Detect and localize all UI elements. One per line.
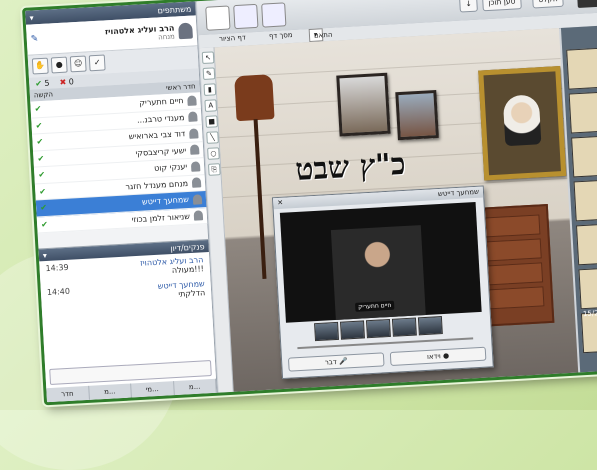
chat-collapse-icon[interactable]: ▾ bbox=[43, 251, 48, 260]
video-thumb[interactable] bbox=[340, 320, 365, 340]
status-icon[interactable]: ☺ bbox=[69, 55, 87, 73]
page-label-2: מסך דף bbox=[268, 30, 293, 41]
video-thumb[interactable] bbox=[365, 318, 391, 339]
check-icon[interactable]: ✓ bbox=[88, 54, 106, 72]
slide-thumb[interactable] bbox=[566, 47, 597, 90]
chat-title: פנקים/דיון bbox=[170, 241, 205, 253]
bottom-tab[interactable]: מ... bbox=[88, 383, 132, 400]
participant-avatar-icon bbox=[188, 128, 199, 139]
bottom-tab[interactable]: מי... bbox=[131, 381, 175, 398]
participant-avatar-icon bbox=[192, 194, 203, 205]
slide-thumb[interactable] bbox=[578, 267, 597, 310]
bb-logo: Bb bbox=[576, 0, 597, 8]
slide-thumb[interactable] bbox=[576, 223, 597, 266]
present-icon: ✔ bbox=[34, 78, 43, 88]
marker-tool-icon[interactable]: ▮ bbox=[203, 83, 217, 96]
house-picture-frame bbox=[395, 90, 439, 141]
video-popup[interactable]: שמחעך דייטש ✕ חיים חתעריק דבר 🎤 וידאו ● bbox=[271, 185, 494, 380]
chat-messages: 14:39 הרב ועליג אלטהויז !!!מעולה 14:40 שמחעך… bbox=[39, 252, 211, 309]
participants-title: משתתפים bbox=[157, 4, 192, 15]
whiteboard-mode-icon[interactable] bbox=[205, 5, 231, 31]
present-count: 5 bbox=[44, 78, 50, 88]
participant-list: ✔ חיים חתעריק ✔ מענדי טרבנ... ✔ דוד צבי בארוא… bbox=[30, 92, 208, 234]
video-thumb[interactable] bbox=[314, 321, 340, 342]
video-title: שמחעך דייטש bbox=[437, 187, 480, 199]
pen-tool-icon[interactable]: ✎ bbox=[202, 67, 216, 80]
page-label: דף הציור bbox=[218, 33, 246, 44]
load-content-button[interactable]: טען תוכן bbox=[482, 0, 522, 12]
hand-icon[interactable]: ✋ bbox=[31, 57, 49, 75]
bottom-tab[interactable]: חדר bbox=[46, 385, 90, 403]
ellipse-tool-icon[interactable]: ○ bbox=[207, 147, 220, 160]
collapse-icon[interactable]: ▾ bbox=[29, 13, 34, 22]
line-tool-icon[interactable]: ╲ bbox=[206, 131, 219, 144]
participant-avatar-icon bbox=[188, 111, 198, 123]
participant-avatar-icon bbox=[193, 210, 204, 221]
chat-time: 14:40 bbox=[46, 286, 71, 298]
app-share-icon[interactable] bbox=[261, 2, 287, 28]
screen-share-icon[interactable] bbox=[233, 3, 259, 30]
whiteboard-title-art: כ"ץ שבט bbox=[294, 146, 407, 188]
video-close-icon[interactable]: ✕ bbox=[277, 198, 283, 209]
fit-dropdown[interactable]: התאם לדף ▾ bbox=[308, 28, 333, 51]
video-feed: חיים חתעריק bbox=[279, 201, 482, 323]
text-tool-icon[interactable]: A bbox=[204, 99, 218, 112]
lamp-shade bbox=[234, 74, 275, 122]
chat-panel: ▾ פנקים/דיון 14:39 הרב ועליג אלטהויז !!!מע… bbox=[38, 238, 217, 390]
bottom-tab[interactable]: מ... bbox=[173, 378, 217, 396]
slide-counter: 15/21 bbox=[582, 309, 597, 319]
list-header-left: הקשה bbox=[33, 90, 54, 100]
host-mic-icon[interactable]: ✎ bbox=[30, 34, 38, 44]
portrait-frame-small bbox=[336, 72, 391, 137]
record-button[interactable]: הקלט bbox=[531, 0, 565, 9]
slide-thumb[interactable] bbox=[573, 179, 597, 222]
settings-button[interactable]: ↓ bbox=[459, 0, 479, 13]
lamp-stand bbox=[253, 119, 267, 279]
pointer-tool-icon[interactable]: ↖ bbox=[201, 51, 215, 65]
video-thumb[interactable] bbox=[391, 317, 417, 337]
video-thumb[interactable] bbox=[417, 316, 443, 336]
rect-tool-icon[interactable]: ■ bbox=[205, 115, 218, 128]
chat-time: 14:39 bbox=[45, 262, 69, 274]
speak-button[interactable]: דבר 🎤 bbox=[287, 352, 385, 372]
participant-avatar-icon bbox=[191, 177, 202, 189]
portrait-frame-large bbox=[478, 66, 567, 181]
participant-avatar-icon bbox=[190, 161, 201, 172]
slide-thumb[interactable] bbox=[571, 135, 597, 178]
absent-icon: ✖ bbox=[59, 77, 67, 87]
clip-tool-icon[interactable]: ⎘ bbox=[207, 163, 221, 176]
list-header-right: חדר ראשי bbox=[165, 82, 196, 93]
video-button[interactable]: וידאו ● bbox=[389, 346, 487, 366]
host-avatar bbox=[178, 22, 193, 40]
absent-count: 0 bbox=[68, 76, 75, 86]
app-window: ▾ משתתפים ✎ הרב ועליג אלטהויז מנחה ✋ ● ☺… bbox=[22, 0, 597, 406]
participant-avatar-icon bbox=[187, 95, 197, 106]
mic-icon[interactable]: ● bbox=[50, 56, 68, 74]
participant-avatar-icon bbox=[189, 144, 200, 156]
slide-thumb[interactable] bbox=[568, 91, 597, 134]
